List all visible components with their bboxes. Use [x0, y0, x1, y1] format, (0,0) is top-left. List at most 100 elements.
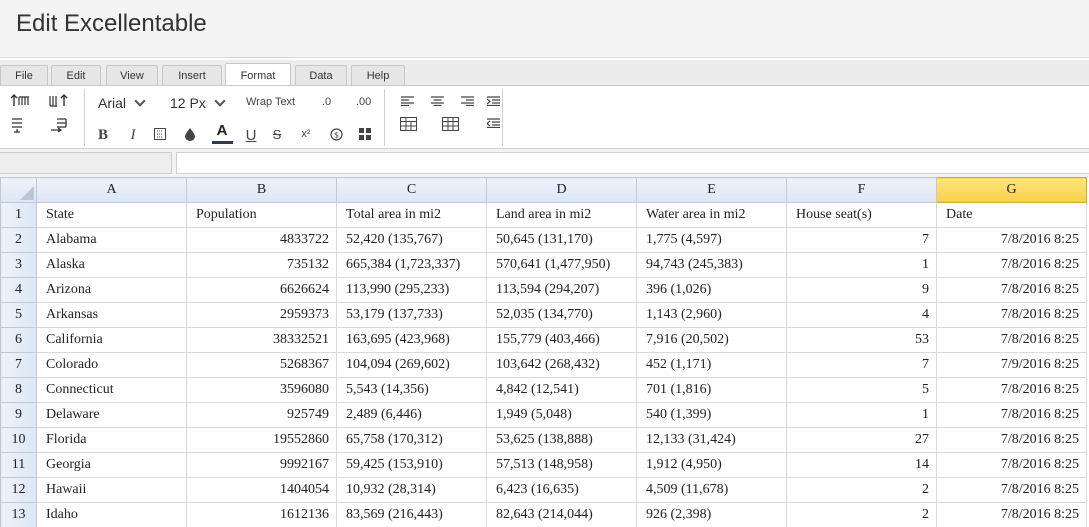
cell-b10[interactable]: 19552860 — [186, 427, 337, 453]
cell-g9[interactable]: 7/8/2016 8:25 — [936, 402, 1087, 428]
cell-a8[interactable]: Connecticut — [36, 377, 187, 403]
column-header-a[interactable]: A — [36, 177, 187, 203]
cell-d8[interactable]: 4,842 (12,541) — [486, 377, 637, 403]
merge-cells-icon[interactable] — [357, 126, 373, 142]
cell-f11[interactable]: 14 — [786, 452, 937, 478]
cell-f3[interactable]: 1 — [786, 252, 937, 278]
cell-d13[interactable]: 82,643 (214,044) — [486, 502, 637, 527]
cell-d6[interactable]: 155,779 (403,466) — [486, 327, 637, 353]
column-header-b[interactable]: B — [186, 177, 337, 203]
tab-view[interactable]: View — [106, 65, 158, 87]
cell-a7[interactable]: Colorado — [36, 352, 187, 378]
insert-column-icon[interactable] — [48, 93, 68, 109]
tab-help[interactable]: Help — [351, 65, 405, 87]
font-family-select[interactable]: Arial — [98, 95, 146, 111]
row-header[interactable]: 11 — [0, 452, 37, 478]
borders-icon[interactable] — [152, 126, 168, 142]
cell-a5[interactable]: Arkansas — [36, 302, 187, 328]
cell-g13[interactable]: 7/8/2016 8:25 — [936, 502, 1087, 527]
row-header[interactable]: 8 — [0, 377, 37, 403]
delete-row-icon[interactable] — [10, 116, 30, 134]
cell-e7[interactable]: 452 (1,171) — [636, 352, 787, 378]
cell-a12[interactable]: Hawaii — [36, 477, 187, 503]
align-left-icon[interactable] — [398, 94, 416, 108]
cell-a13[interactable]: Idaho — [36, 502, 187, 527]
bold-button[interactable]: B — [96, 126, 110, 144]
row-header[interactable]: 9 — [0, 402, 37, 428]
row-header[interactable]: 3 — [0, 252, 37, 278]
tab-file[interactable]: File — [0, 65, 48, 87]
cell-g8[interactable]: 7/8/2016 8:25 — [936, 377, 1087, 403]
row-header[interactable]: 6 — [0, 327, 37, 353]
cell-e5[interactable]: 1,143 (2,960) — [636, 302, 787, 328]
cell-e12[interactable]: 4,509 (11,678) — [636, 477, 787, 503]
cell-b8[interactable]: 3596080 — [186, 377, 337, 403]
row-header[interactable]: 10 — [0, 427, 37, 453]
cell-c4[interactable]: 113,990 (295,233) — [336, 277, 487, 303]
cell-d1[interactable]: Land area in mi2 — [486, 202, 637, 228]
cell-a11[interactable]: Georgia — [36, 452, 187, 478]
cell-d4[interactable]: 113,594 (294,207) — [486, 277, 637, 303]
font-color-button[interactable]: A — [211, 122, 233, 144]
wrap-text-button[interactable]: Wrap Text — [246, 96, 295, 108]
cell-b6[interactable]: 38332521 — [186, 327, 337, 353]
row-header[interactable]: 4 — [0, 277, 37, 303]
row-header[interactable]: 13 — [0, 502, 37, 527]
cell-e3[interactable]: 94,743 (245,383) — [636, 252, 787, 278]
column-header-f[interactable]: F — [786, 177, 937, 203]
cell-b5[interactable]: 2959373 — [186, 302, 337, 328]
cell-e8[interactable]: 701 (1,816) — [636, 377, 787, 403]
cell-g12[interactable]: 7/8/2016 8:25 — [936, 477, 1087, 503]
cell-f13[interactable]: 2 — [786, 502, 937, 527]
cell-a9[interactable]: Delaware — [36, 402, 187, 428]
cell-b12[interactable]: 1404054 — [186, 477, 337, 503]
cell-g4[interactable]: 7/8/2016 8:25 — [936, 277, 1087, 303]
cell-c12[interactable]: 10,932 (28,314) — [336, 477, 487, 503]
cell-d12[interactable]: 6,423 (16,635) — [486, 477, 637, 503]
cell-c13[interactable]: 83,569 (216,443) — [336, 502, 487, 527]
cell-d5[interactable]: 52,035 (134,770) — [486, 302, 637, 328]
select-all-corner[interactable] — [0, 177, 37, 203]
outdent-icon[interactable] — [484, 115, 502, 131]
cell-g11[interactable]: 7/8/2016 8:25 — [936, 452, 1087, 478]
cell-g5[interactable]: 7/8/2016 8:25 — [936, 302, 1087, 328]
cell-g10[interactable]: 7/8/2016 8:25 — [936, 427, 1087, 453]
cell-c5[interactable]: 53,179 (137,733) — [336, 302, 487, 328]
row-header[interactable]: 7 — [0, 352, 37, 378]
cell-e11[interactable]: 1,912 (4,950) — [636, 452, 787, 478]
increase-decimal-button[interactable]: .00 — [356, 96, 371, 108]
cell-b1[interactable]: Population — [186, 202, 337, 228]
column-header-g[interactable]: G — [936, 177, 1087, 203]
cell-g6[interactable]: 7/8/2016 8:25 — [936, 327, 1087, 353]
cell-d10[interactable]: 53,625 (138,888) — [486, 427, 637, 453]
insert-table-icon[interactable] — [398, 115, 418, 133]
cell-g3[interactable]: 7/8/2016 8:25 — [936, 252, 1087, 278]
cell-e9[interactable]: 540 (1,399) — [636, 402, 787, 428]
cell-c7[interactable]: 104,094 (269,602) — [336, 352, 487, 378]
formula-input[interactable] — [176, 152, 1089, 174]
cell-c2[interactable]: 52,420 (135,767) — [336, 227, 487, 253]
font-size-select[interactable]: 12 Px — [170, 95, 226, 111]
cell-c11[interactable]: 59,425 (153,910) — [336, 452, 487, 478]
column-header-c[interactable]: C — [336, 177, 487, 203]
cell-e6[interactable]: 7,916 (20,502) — [636, 327, 787, 353]
cell-a6[interactable]: California — [36, 327, 187, 353]
strikethrough-button[interactable]: S — [270, 126, 284, 142]
cell-f10[interactable]: 27 — [786, 427, 937, 453]
cell-c10[interactable]: 65,758 (170,312) — [336, 427, 487, 453]
cell-d7[interactable]: 103,642 (268,432) — [486, 352, 637, 378]
superscript-button[interactable]: x² — [298, 126, 314, 142]
cell-b2[interactable]: 4833722 — [186, 227, 337, 253]
cell-d2[interactable]: 50,645 (131,170) — [486, 227, 637, 253]
cell-a1[interactable]: State — [36, 202, 187, 228]
fill-color-icon[interactable] — [182, 126, 198, 142]
table-grid-icon[interactable] — [440, 115, 460, 133]
cell-a10[interactable]: Florida — [36, 427, 187, 453]
cell-f9[interactable]: 1 — [786, 402, 937, 428]
cell-a2[interactable]: Alabama — [36, 227, 187, 253]
cell-f5[interactable]: 4 — [786, 302, 937, 328]
cell-a3[interactable]: Alaska — [36, 252, 187, 278]
row-header[interactable]: 5 — [0, 302, 37, 328]
cell-b3[interactable]: 735132 — [186, 252, 337, 278]
cell-f1[interactable]: House seat(s) — [786, 202, 937, 228]
